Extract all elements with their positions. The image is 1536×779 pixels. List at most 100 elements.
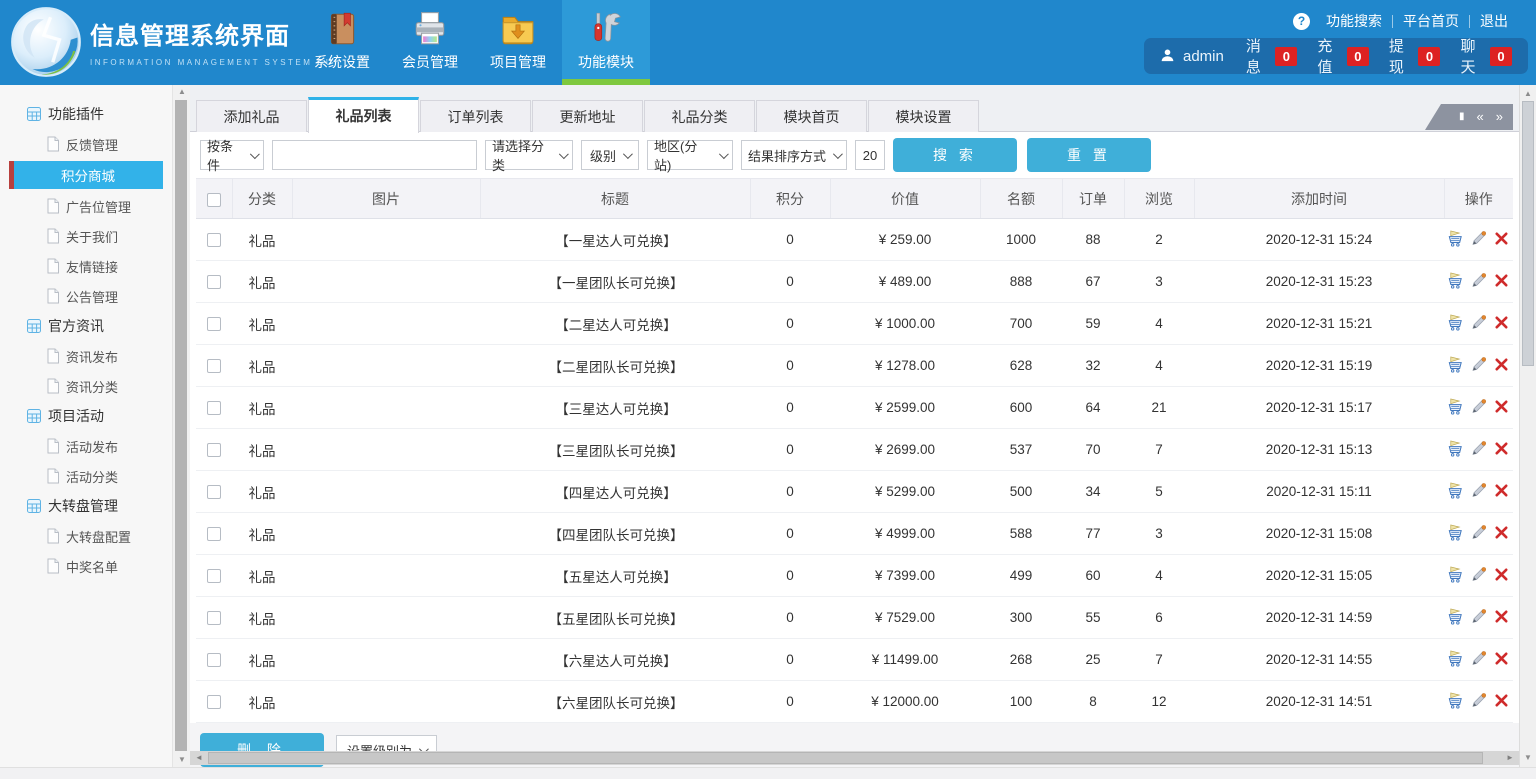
delete-icon[interactable]: [1493, 398, 1510, 418]
category-select[interactable]: 请选择分类: [485, 140, 573, 170]
row-checkbox[interactable]: [207, 317, 221, 331]
cart-icon[interactable]: [1447, 230, 1464, 250]
edit-icon[interactable]: [1470, 356, 1487, 376]
delete-icon[interactable]: [1493, 314, 1510, 334]
scroll-right-icon[interactable]: ►: [1503, 751, 1517, 765]
edit-icon[interactable]: [1470, 608, 1487, 628]
delete-icon[interactable]: [1493, 230, 1510, 250]
row-checkbox[interactable]: [207, 233, 221, 247]
sort-select[interactable]: 结果排序方式: [741, 140, 847, 170]
reset-button[interactable]: 重 置: [1027, 138, 1151, 172]
counter-badge[interactable]: 0: [1275, 47, 1297, 66]
user-name[interactable]: admin: [1183, 48, 1224, 65]
scroll-up-icon[interactable]: ▲: [173, 85, 191, 99]
counter-label[interactable]: 提现: [1389, 35, 1412, 77]
page-scrollbar-thumb[interactable]: [1522, 101, 1534, 366]
top-link[interactable]: 退出: [1470, 11, 1518, 31]
counter-label[interactable]: 聊天: [1460, 35, 1483, 77]
condition-select[interactable]: 按条件: [200, 140, 264, 170]
cart-icon[interactable]: [1447, 272, 1464, 292]
sidebar-item[interactable]: 公告管理: [0, 281, 172, 311]
row-checkbox[interactable]: [207, 611, 221, 625]
tab-item[interactable]: 礼品分类: [644, 100, 755, 132]
edit-icon[interactable]: [1470, 524, 1487, 544]
title-cell[interactable]: 【六星团队长可兑换】: [480, 681, 750, 723]
delete-icon[interactable]: [1493, 608, 1510, 628]
delete-icon[interactable]: [1493, 566, 1510, 586]
sidebar-item[interactable]: 活动发布: [0, 431, 172, 461]
title-cell[interactable]: 【五星达人可兑换】: [480, 555, 750, 597]
cart-icon[interactable]: [1447, 440, 1464, 460]
delete-icon[interactable]: [1493, 650, 1510, 670]
tab-item[interactable]: 订单列表: [420, 100, 531, 132]
title-cell[interactable]: 【五星团队长可兑换】: [480, 597, 750, 639]
sidebar-item[interactable]: 资讯发布: [0, 341, 172, 371]
horizontal-scrollbar-thumb[interactable]: [208, 752, 1483, 764]
row-checkbox[interactable]: [207, 485, 221, 499]
edit-icon[interactable]: [1470, 398, 1487, 418]
sidebar-item[interactable]: 友情链接: [0, 251, 172, 281]
sidebar-item[interactable]: 积分商城: [9, 161, 163, 189]
keyword-input[interactable]: [272, 140, 477, 170]
title-cell[interactable]: 【一星达人可兑换】: [480, 219, 750, 261]
delete-icon[interactable]: [1493, 692, 1510, 712]
cart-icon[interactable]: [1447, 608, 1464, 628]
row-checkbox[interactable]: [207, 569, 221, 583]
counter-badge[interactable]: 0: [1490, 47, 1512, 66]
sidebar-item[interactable]: 大转盘配置: [0, 521, 172, 551]
row-checkbox[interactable]: [207, 275, 221, 289]
edit-icon[interactable]: [1470, 650, 1487, 670]
cart-icon[interactable]: [1447, 314, 1464, 334]
edit-icon[interactable]: [1470, 314, 1487, 334]
tab-item[interactable]: 模块首页: [756, 100, 867, 132]
sidebar-scrollbar-thumb[interactable]: [175, 100, 187, 751]
edit-icon[interactable]: [1470, 482, 1487, 502]
counter-label[interactable]: 充值: [1317, 35, 1340, 77]
delete-icon[interactable]: [1493, 272, 1510, 292]
title-cell[interactable]: 【四星达人可兑换】: [480, 471, 750, 513]
cart-icon[interactable]: [1447, 692, 1464, 712]
edit-icon[interactable]: [1470, 440, 1487, 460]
title-cell[interactable]: 【六星达人可兑换】: [480, 639, 750, 681]
title-cell[interactable]: 【三星达人可兑换】: [480, 387, 750, 429]
scroll-up-icon[interactable]: ▲: [1520, 87, 1536, 101]
nav-item[interactable]: 功能模块: [562, 0, 650, 85]
page-size-input[interactable]: [855, 140, 885, 170]
row-checkbox[interactable]: [207, 695, 221, 709]
title-cell[interactable]: 【三星团队长可兑换】: [480, 429, 750, 471]
row-checkbox[interactable]: [207, 401, 221, 415]
edit-icon[interactable]: [1470, 272, 1487, 292]
edit-icon[interactable]: [1470, 566, 1487, 586]
nav-item[interactable]: 项目管理: [474, 0, 562, 85]
level-select[interactable]: 级别: [581, 140, 639, 170]
sidebar-item[interactable]: 活动分类: [0, 461, 172, 491]
top-link[interactable]: 平台首页: [1393, 11, 1469, 31]
edit-icon[interactable]: [1470, 230, 1487, 250]
tab-active[interactable]: 礼品列表: [308, 97, 419, 133]
page-scrollbar[interactable]: ▲ ▼: [1519, 85, 1536, 767]
sidebar-scrollbar[interactable]: ▲ ▼: [172, 85, 190, 767]
title-cell[interactable]: 【二星达人可兑换】: [480, 303, 750, 345]
sidebar-item[interactable]: 资讯分类: [0, 371, 172, 401]
sidebar-group[interactable]: 大转盘管理: [0, 491, 172, 521]
top-link[interactable]: 功能搜索: [1316, 11, 1392, 31]
delete-icon[interactable]: [1493, 524, 1510, 544]
tab-item[interactable]: 添加礼品: [196, 100, 307, 132]
sidebar-group[interactable]: 功能插件: [0, 99, 172, 129]
delete-icon[interactable]: [1493, 482, 1510, 502]
row-checkbox[interactable]: [207, 653, 221, 667]
sidebar-item[interactable]: 反馈管理: [0, 129, 172, 159]
cart-icon[interactable]: [1447, 566, 1464, 586]
tab-item[interactable]: 更新地址: [532, 100, 643, 132]
scroll-down-icon[interactable]: ▼: [1520, 751, 1536, 765]
counter-label[interactable]: 消息: [1246, 35, 1269, 77]
delete-icon[interactable]: [1493, 356, 1510, 376]
horizontal-scrollbar[interactable]: ◄ ►: [190, 751, 1519, 765]
edit-icon[interactable]: [1470, 692, 1487, 712]
tabs-scroll-left-icon[interactable]: «: [1477, 104, 1484, 130]
sidebar-item[interactable]: 广告位管理: [0, 191, 172, 221]
cart-icon[interactable]: [1447, 650, 1464, 670]
cart-icon[interactable]: [1447, 482, 1464, 502]
tabs-scroll-right-icon[interactable]: »: [1496, 104, 1503, 130]
cart-icon[interactable]: [1447, 356, 1464, 376]
